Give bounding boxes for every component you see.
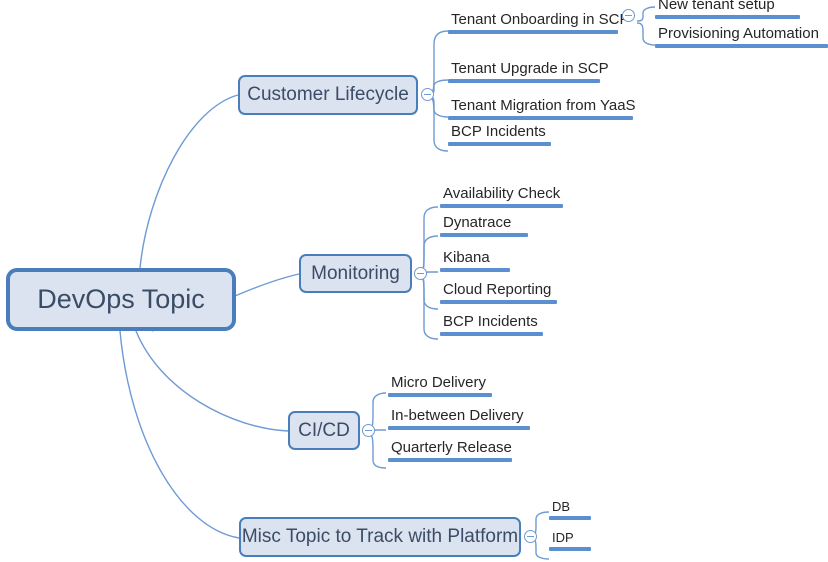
leaf-db[interactable]: DB bbox=[549, 500, 591, 520]
leaf-customer-bcp-incidents[interactable]: BCP Incidents bbox=[448, 124, 551, 146]
leaf-label-monitoring-bcp-incidents: BCP Incidents bbox=[443, 313, 538, 330]
branch-label-misc-topic: Misc Topic to Track with Platform bbox=[241, 526, 519, 547]
leaf-underline bbox=[388, 457, 512, 462]
leaf-idp[interactable]: IDP bbox=[549, 531, 591, 551]
leaf-underline bbox=[549, 546, 591, 551]
leaf-tenant-migration-from-yaas[interactable]: Tenant Migration from YaaS bbox=[448, 97, 636, 120]
edge-mon-hub-to-availability-check bbox=[417, 206, 439, 273]
leaf-monitoring-bcp-incidents[interactable]: BCP Incidents bbox=[440, 314, 543, 336]
leaf-new-tenant-setup[interactable]: New tenant setup bbox=[655, 0, 800, 19]
leaf-label-new-tenant-setup: New tenant setup bbox=[658, 0, 775, 13]
edge-root-to-cicd bbox=[135, 330, 289, 432]
minus-circle-icon-tenant-onboarding[interactable] bbox=[622, 9, 635, 22]
edge-cl-hub-to-tenant-onboarding bbox=[427, 30, 449, 95]
leaf-underline bbox=[655, 14, 800, 19]
leaf-dynatrace[interactable]: Dynatrace bbox=[440, 215, 528, 237]
minus-circle-icon-customer-lifecycle[interactable] bbox=[421, 88, 434, 101]
minus-circle-icon-cicd[interactable] bbox=[362, 424, 375, 437]
leaf-label-cloud-reporting: Cloud Reporting bbox=[443, 281, 552, 298]
branch-label-cicd: CI/CD bbox=[298, 419, 350, 441]
leaf-label-customer-bcp-incidents: BCP Incidents bbox=[451, 123, 546, 140]
leaf-label-dynatrace: Dynatrace bbox=[443, 214, 512, 231]
minus-circle-icon-monitoring[interactable] bbox=[414, 267, 427, 280]
leaf-label-kibana: Kibana bbox=[443, 249, 490, 266]
root-node-label: DevOps Topic bbox=[37, 284, 205, 314]
root-node[interactable]: DevOps Topic bbox=[6, 268, 236, 331]
leaf-availability-check[interactable]: Availability Check bbox=[440, 186, 563, 208]
edge-root-to-customer-lifecycle bbox=[139, 94, 239, 269]
edge-cicd-hub-to-quarterly-release bbox=[366, 432, 387, 469]
leaf-underline bbox=[655, 43, 828, 48]
leaf-label-in-between-delivery: In-between Delivery bbox=[391, 407, 524, 424]
leaf-label-micro-delivery: Micro Delivery bbox=[391, 374, 487, 391]
leaf-tenant-onboarding-in-scp[interactable]: Tenant Onboarding in SCP bbox=[448, 11, 630, 34]
mind-map-canvas: DevOps Topic Customer Lifecycle Tenant O… bbox=[0, 0, 828, 562]
branch-node-customer-lifecycle[interactable]: Customer Lifecycle bbox=[238, 75, 418, 115]
leaf-underline bbox=[440, 299, 557, 304]
leaf-underline bbox=[440, 331, 543, 336]
leaf-underline bbox=[448, 78, 600, 83]
edge-mon-hub-to-bcp-incidents bbox=[417, 274, 439, 340]
leaf-label-quarterly-release: Quarterly Release bbox=[391, 439, 512, 456]
leaf-kibana[interactable]: Kibana bbox=[440, 250, 510, 272]
branch-label-monitoring: Monitoring bbox=[311, 262, 400, 284]
leaf-tenant-upgrade-in-scp[interactable]: Tenant Upgrade in SCP bbox=[448, 60, 609, 83]
branch-label-customer-lifecycle: Customer Lifecycle bbox=[247, 84, 409, 105]
leaf-label-tenant-migration-from-yaas: Tenant Migration from YaaS bbox=[451, 97, 636, 114]
leaf-label-db: DB bbox=[552, 499, 571, 514]
leaf-underline bbox=[448, 141, 551, 146]
leaf-label-provisioning-automation: Provisioning Automation bbox=[658, 25, 819, 42]
branch-node-cicd[interactable]: CI/CD bbox=[288, 411, 360, 450]
leaf-underline bbox=[440, 267, 510, 272]
leaf-label-tenant-onboarding-in-scp: Tenant Onboarding in SCP bbox=[451, 11, 630, 28]
minus-circle-icon-misc-topic[interactable] bbox=[524, 530, 537, 543]
leaf-quarterly-release[interactable]: Quarterly Release bbox=[388, 440, 512, 462]
leaf-label-tenant-upgrade-in-scp: Tenant Upgrade in SCP bbox=[451, 60, 609, 77]
leaf-underline bbox=[440, 232, 528, 237]
leaf-label-availability-check: Availability Check bbox=[443, 185, 561, 202]
leaf-micro-delivery[interactable]: Micro Delivery bbox=[388, 375, 492, 397]
leaf-provisioning-automation[interactable]: Provisioning Automation bbox=[655, 26, 828, 48]
leaf-underline bbox=[388, 425, 530, 430]
edge-to-new-tenant-setup bbox=[636, 6, 656, 22]
leaf-label-idp: IDP bbox=[552, 530, 574, 545]
leaf-cloud-reporting[interactable]: Cloud Reporting bbox=[440, 282, 557, 304]
edge-root-to-misc-topic bbox=[119, 330, 240, 539]
leaf-underline bbox=[388, 392, 492, 397]
edge-to-provisioning-automation bbox=[636, 22, 656, 46]
branch-node-misc-topic[interactable]: Misc Topic to Track with Platform bbox=[239, 517, 521, 557]
edge-cl-hub-to-bcp-incidents bbox=[427, 95, 449, 152]
branch-node-monitoring[interactable]: Monitoring bbox=[299, 254, 412, 293]
leaf-underline bbox=[440, 203, 563, 208]
edge-mon-hub-to-cloud-reporting bbox=[417, 274, 439, 310]
leaf-underline bbox=[448, 29, 618, 34]
leaf-underline bbox=[549, 515, 591, 520]
leaf-underline bbox=[448, 115, 633, 120]
leaf-in-between-delivery[interactable]: In-between Delivery bbox=[388, 408, 530, 430]
